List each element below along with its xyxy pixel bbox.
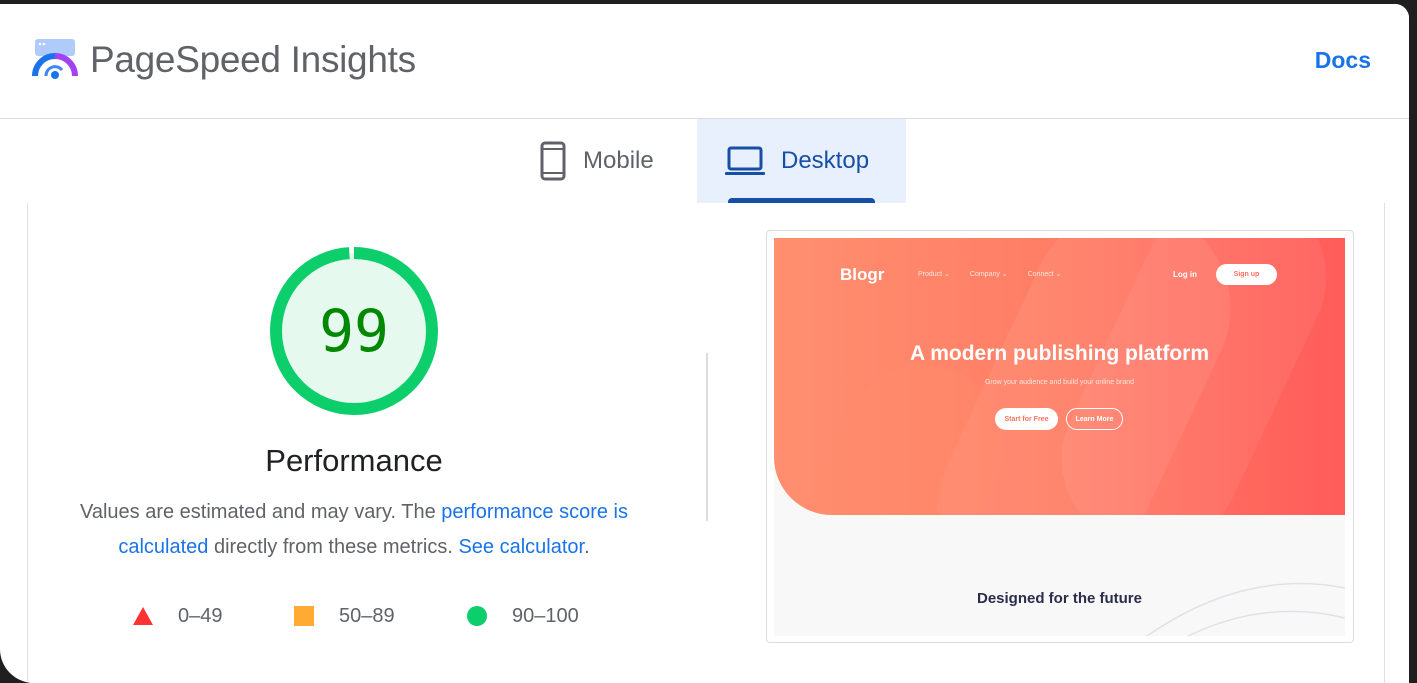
green-circle-icon [466, 605, 488, 627]
tab-mobile[interactable]: Mobile [517, 119, 697, 203]
legend-fail: 0–49 [132, 599, 223, 633]
phone-icon [539, 141, 567, 181]
screenshot-nav-item: Company ⌄ [969, 271, 1008, 278]
page-screenshot[interactable]: Blogr Product ⌄ Company ⌄ Connect ⌄ Log … [766, 230, 1354, 643]
screenshot-nav: Product ⌄ Company ⌄ Connect ⌄ [918, 270, 1080, 278]
red-triangle-icon [132, 606, 154, 626]
tab-desktop[interactable]: Desktop [697, 119, 906, 203]
legend-average: 50–89 [293, 599, 395, 633]
performance-score: 99 [319, 297, 389, 365]
screenshot-headline: A modern publishing platform [909, 342, 1210, 365]
screenshot-decoration [1145, 582, 1345, 636]
app-header: PageSpeed Insights Docs [0, 4, 1409, 119]
screenshot-content: Blogr Product ⌄ Company ⌄ Connect ⌄ Log … [774, 238, 1345, 636]
tab-mobile-label: Mobile [583, 147, 654, 174]
tab-desktop-label: Desktop [781, 147, 870, 174]
screenshot-cta-primary: Start for Free [995, 408, 1058, 430]
pagespeed-logo-icon[interactable] [32, 38, 78, 82]
desc-text-1: Values are estimated and may vary. The [79, 501, 442, 523]
desc-text-3: . [584, 536, 590, 558]
legend-average-range: 50–89 [339, 604, 395, 627]
screenshot-login: Log in [1173, 270, 1197, 279]
browser-window: PageSpeed Insights Docs Mobile Desktop 9… [0, 4, 1409, 683]
vertical-divider [706, 353, 708, 521]
legend-fail-range: 0–49 [178, 604, 223, 627]
legend-pass-range: 90–100 [512, 604, 579, 627]
legend-pass: 90–100 [466, 599, 579, 633]
docs-link[interactable]: Docs [1315, 46, 1371, 74]
category-title: Performance [265, 443, 443, 478]
screenshot-signup: Sign up [1216, 264, 1277, 285]
see-calculator-link[interactable]: See calculator [458, 536, 584, 558]
screenshot-nav-item: Connect ⌄ [1027, 271, 1062, 278]
screenshot-logo: Blogr [840, 265, 885, 284]
screenshot-nav-item: Product ⌄ [918, 271, 950, 278]
screenshot-cta-secondary: Learn More [1066, 408, 1123, 430]
screenshot-subheadline: Grow your audience and build your online… [984, 379, 1135, 386]
report-card: 99 Performance Values are estimated and … [27, 203, 1385, 683]
desc-text-2: directly from these metrics. [208, 536, 459, 558]
laptop-icon [725, 145, 765, 177]
device-tabs: Mobile Desktop [0, 119, 1409, 203]
score-description: Values are estimated and may vary. The p… [58, 495, 650, 565]
score-legend: 0–49 50–89 90–100 [28, 599, 680, 633]
app-title: PageSpeed Insights [90, 39, 416, 80]
orange-square-icon [293, 605, 315, 627]
screenshot-hero: Blogr Product ⌄ Company ⌄ Connect ⌄ Log … [774, 238, 1345, 515]
